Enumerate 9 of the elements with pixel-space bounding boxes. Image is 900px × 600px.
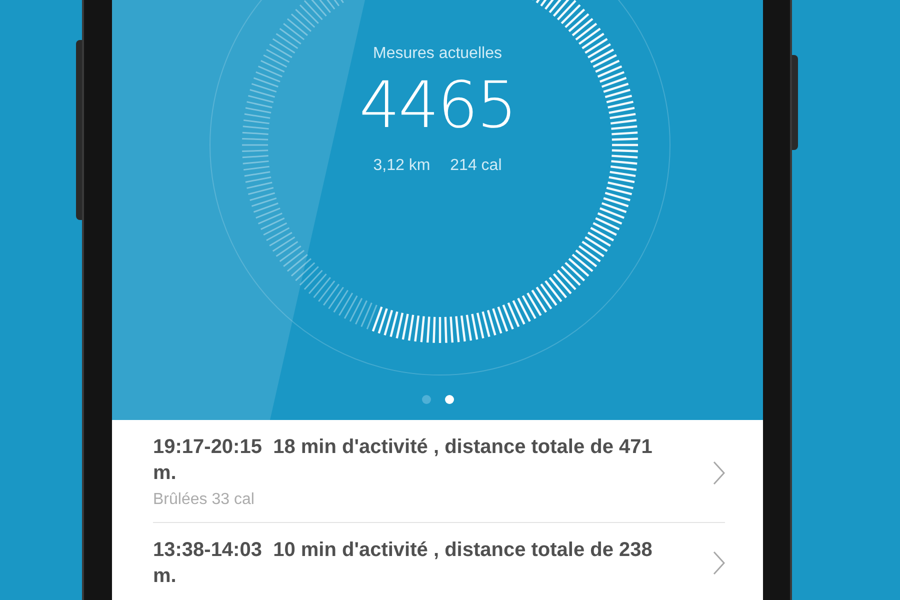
step-count: 4465 bbox=[359, 68, 516, 145]
calories-value: 214 cal bbox=[450, 156, 502, 176]
activity-item[interactable]: 13:38-14:03 10 min d'activité , distance totale de 238 m. bbox=[153, 523, 725, 599]
summary-label: Mesures actuelles bbox=[373, 44, 502, 64]
activity-title: 19:17-20:15 18 min d'activité , distance totale de 471 m. bbox=[153, 435, 654, 486]
distance-value: 3,12 km bbox=[373, 156, 430, 176]
activity-item[interactable]: 19:17-20:15 18 min d'activité , distance totale de 471 m. Brûlées 33 cal bbox=[153, 420, 725, 523]
activity-title: 13:38-14:03 10 min d'activité , distance totale de 238 m. bbox=[153, 538, 654, 589]
activity-detail: Brûlées 33 cal bbox=[153, 490, 256, 510]
